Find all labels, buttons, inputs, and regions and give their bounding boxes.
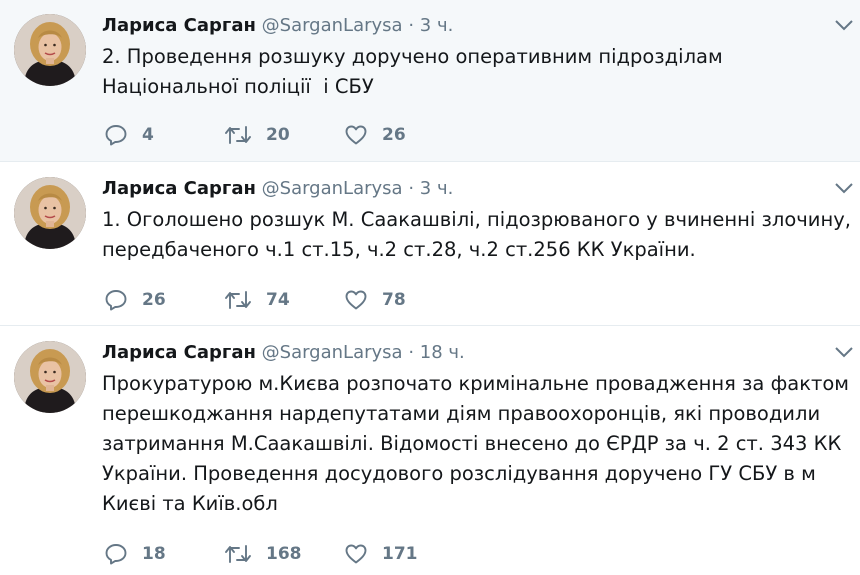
retweet-icon bbox=[225, 126, 251, 144]
portrait-image bbox=[14, 341, 86, 413]
like-count: 78 bbox=[382, 290, 406, 310]
avatar[interactable] bbox=[14, 177, 86, 249]
retweet-count: 168 bbox=[266, 544, 302, 564]
chevron-down-icon[interactable] bbox=[834, 181, 854, 195]
like-button[interactable]: 171 bbox=[344, 542, 464, 566]
tweet-actions: 18 168 171 bbox=[104, 542, 464, 566]
like-count: 26 bbox=[382, 125, 406, 145]
retweet-button[interactable]: 74 bbox=[224, 288, 344, 312]
timestamp[interactable]: 3 ч. bbox=[420, 15, 454, 36]
timestamp[interactable]: 3 ч. bbox=[420, 178, 454, 199]
heart-icon bbox=[345, 544, 367, 564]
avatar[interactable] bbox=[14, 14, 86, 86]
separator: · bbox=[408, 178, 415, 199]
separator: · bbox=[408, 15, 415, 36]
timestamp[interactable]: 18 ч. bbox=[420, 342, 465, 363]
tweet[interactable]: Лариса Сарган @SarganLarysa · 3 ч. 2. Пр… bbox=[0, 0, 860, 162]
tweet-actions: 4 20 26 bbox=[104, 123, 464, 147]
tweet-actions: 26 74 78 bbox=[104, 288, 464, 312]
tweet[interactable]: Лариса Сарган @SarganLarysa · 3 ч. 1. Ог… bbox=[0, 163, 860, 326]
author-name[interactable]: Лариса Сарган bbox=[102, 178, 256, 199]
chevron-down-icon[interactable] bbox=[834, 18, 854, 32]
retweet-count: 20 bbox=[266, 125, 290, 145]
tweet-header: Лариса Сарган @SarganLarysa · 3 ч. bbox=[102, 14, 453, 38]
heart-icon bbox=[345, 125, 367, 145]
reply-icon bbox=[105, 290, 127, 311]
reply-count: 26 bbox=[142, 290, 166, 310]
tweet-text: 2. Проведення розшуку доручено оперативн… bbox=[102, 45, 729, 98]
retweet-button[interactable]: 20 bbox=[224, 123, 344, 147]
like-count: 171 bbox=[382, 544, 418, 564]
portrait-image bbox=[14, 177, 86, 249]
separator: · bbox=[408, 342, 415, 363]
reply-count: 4 bbox=[142, 125, 154, 145]
like-button[interactable]: 78 bbox=[344, 288, 464, 312]
tweet-header: Лариса Сарган @SarganLarysa · 3 ч. bbox=[102, 177, 453, 201]
tweet[interactable]: Лариса Сарган @SarganLarysa · 18 ч. Прок… bbox=[0, 327, 860, 575]
author-name[interactable]: Лариса Сарган bbox=[102, 15, 256, 36]
retweet-count: 74 bbox=[266, 290, 290, 310]
reply-icon bbox=[105, 544, 127, 565]
like-button[interactable]: 26 bbox=[344, 123, 464, 147]
avatar[interactable] bbox=[14, 341, 86, 413]
retweet-icon bbox=[225, 291, 251, 309]
reply-button[interactable]: 26 bbox=[104, 288, 224, 312]
reply-button[interactable]: 18 bbox=[104, 542, 224, 566]
reply-count: 18 bbox=[142, 544, 166, 564]
heart-icon bbox=[345, 290, 367, 310]
portrait-image bbox=[14, 14, 86, 86]
author-name[interactable]: Лариса Сарган bbox=[102, 342, 256, 363]
reply-icon bbox=[105, 125, 127, 146]
author-handle[interactable]: @SarganLarysa bbox=[262, 342, 403, 363]
author-handle[interactable]: @SarganLarysa bbox=[262, 178, 403, 199]
retweet-button[interactable]: 168 bbox=[224, 542, 344, 566]
reply-button[interactable]: 4 bbox=[104, 123, 224, 147]
tweet-header: Лариса Сарган @SarganLarysa · 18 ч. bbox=[102, 341, 465, 365]
retweet-icon bbox=[225, 545, 251, 563]
chevron-down-icon[interactable] bbox=[834, 345, 854, 359]
tweet-text: Прокуратурою м.Києва розпочато криміналь… bbox=[102, 372, 856, 515]
author-handle[interactable]: @SarganLarysa bbox=[262, 15, 403, 36]
tweet-text: 1. Оголошено розшук М. Саакашвілі, підоз… bbox=[102, 208, 858, 261]
